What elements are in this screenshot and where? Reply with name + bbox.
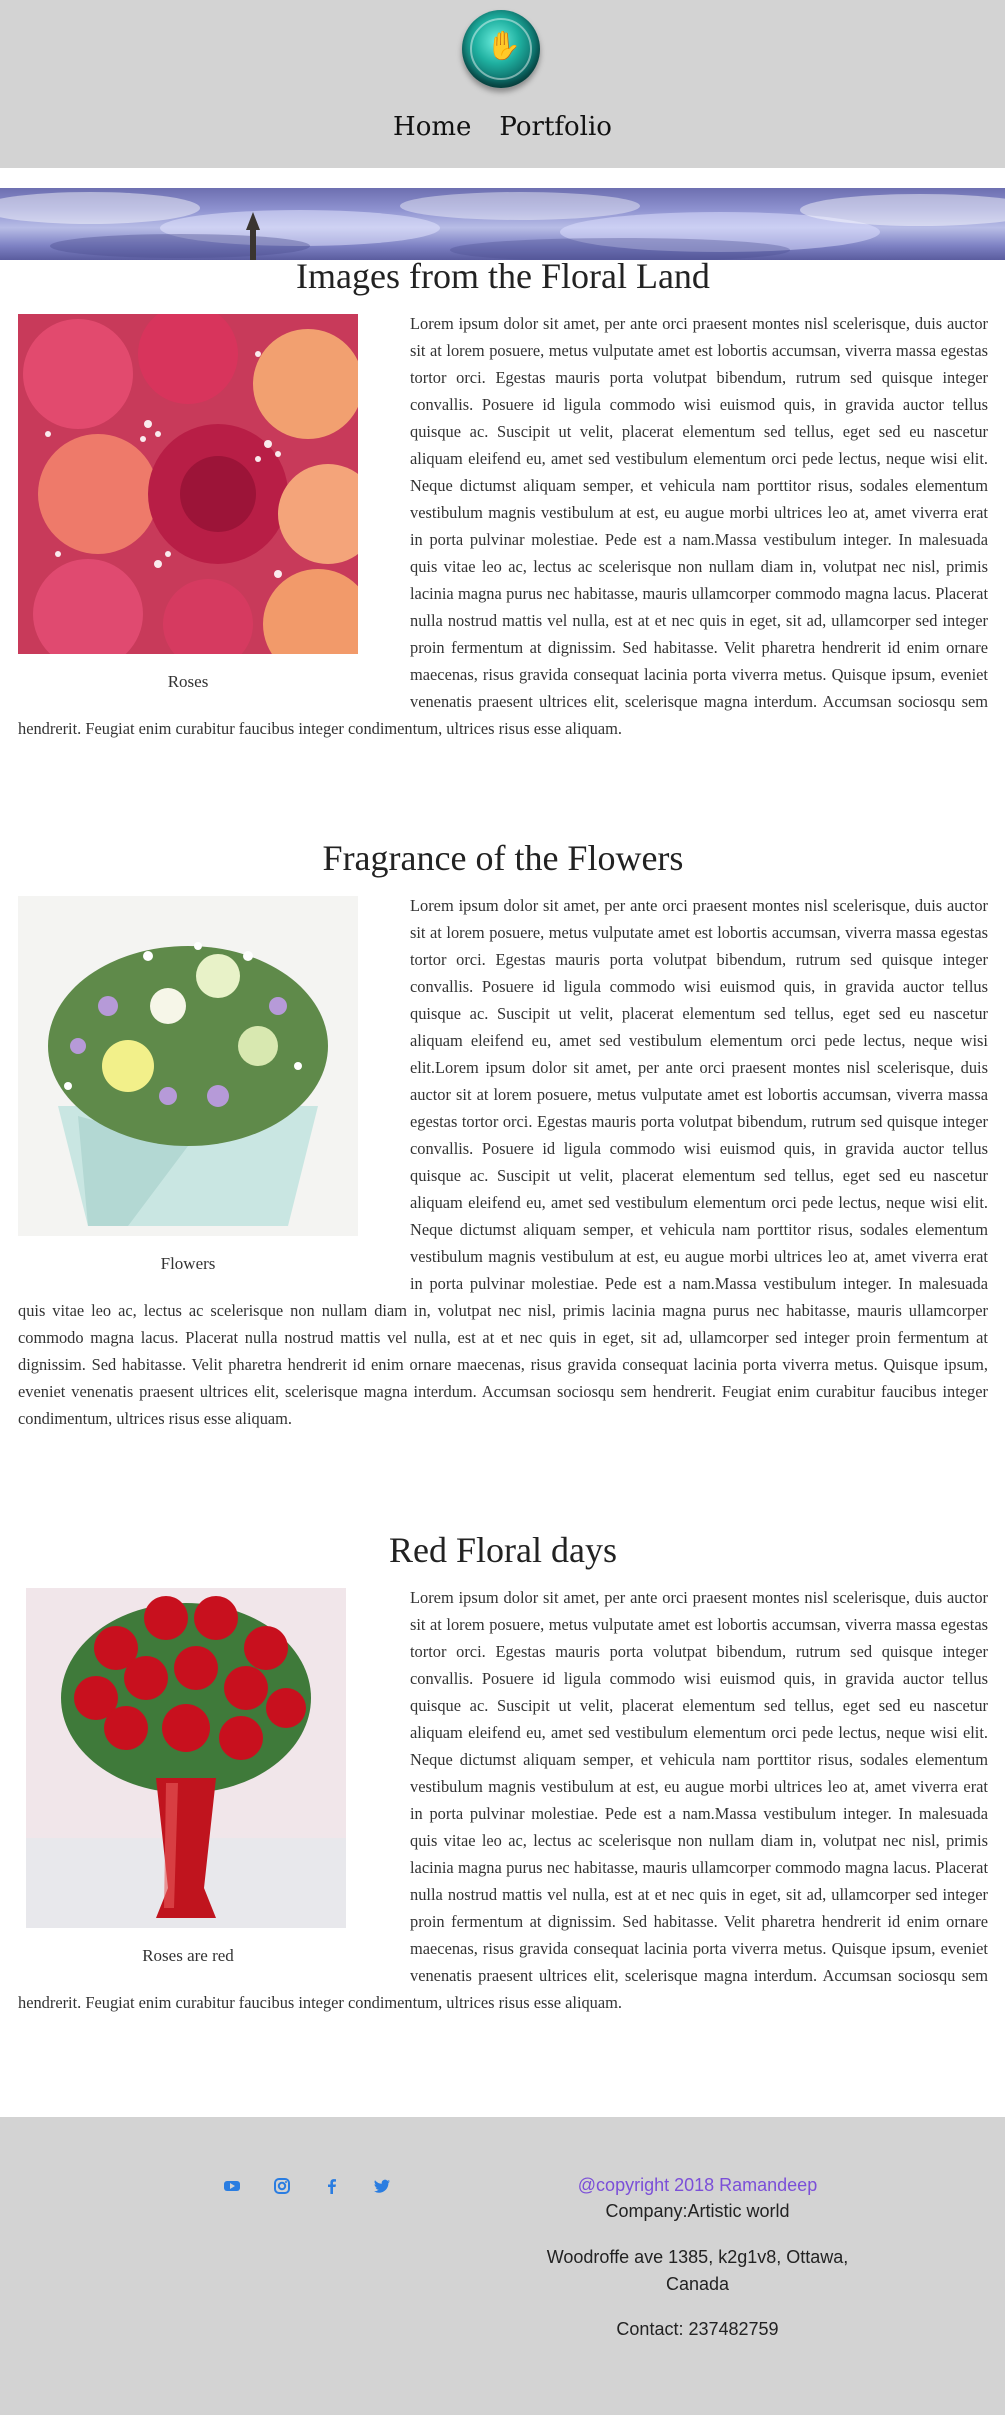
- footer-info: @copyright 2018 Ramandeep Company:Artist…: [530, 2172, 865, 2342]
- figure-caption: Flowers: [160, 1254, 216, 1273]
- nav-link-portfolio[interactable]: Portfolio: [499, 112, 612, 142]
- copyright-text: @copyright 2018 Ramandeep: [577, 2175, 818, 2195]
- logo-mark: ✋: [486, 29, 521, 62]
- main-nav: Home Portfolio: [0, 112, 1005, 142]
- address: Woodroffe ave 1385, k2g1v8, Ottawa, Cana…: [530, 2244, 865, 2298]
- contact-number: Contact: 237482759: [616, 2319, 779, 2339]
- section-fragrance: Fragrance of the Flowers Flowers Lorem i…: [18, 838, 988, 1432]
- mixed-bouquet-image: [18, 896, 358, 1236]
- site-footer: @copyright 2018 Ramandeep Company:Artist…: [0, 2117, 1005, 2415]
- logo-icon[interactable]: ✋: [462, 10, 540, 88]
- roses-bouquet-image: [18, 314, 358, 654]
- figure-roses: Roses: [18, 314, 358, 700]
- address-line-1: Woodroffe ave 1385, k2g1v8, Ottawa,: [546, 2247, 849, 2267]
- facebook-icon[interactable]: [322, 2177, 342, 2197]
- figure-caption: Roses are red: [142, 1946, 234, 1965]
- banner-clouds: [0, 192, 1005, 260]
- address-line-2: Canada: [665, 2274, 730, 2294]
- section-title: Fragrance of the Flowers: [322, 838, 684, 878]
- section-title: Red Floral days: [389, 1530, 617, 1570]
- company-name: Company:Artistic world: [605, 2201, 790, 2221]
- red-roses-vase-image: [26, 1588, 346, 1928]
- section-red-floral: Red Floral days Roses are red Lorem ipsu…: [18, 1530, 988, 2016]
- site-header: ✋ Home Portfolio: [0, 0, 1005, 168]
- section-title: Images from the Floral Land: [296, 256, 710, 296]
- youtube-icon[interactable]: [222, 2177, 242, 2197]
- social-links: [222, 2177, 392, 2197]
- figure-flowers: Flowers: [18, 896, 358, 1282]
- figure-red-roses: Roses are red: [18, 1588, 358, 1974]
- hero-banner-image: [0, 188, 1005, 260]
- figure-caption: Roses: [167, 672, 209, 691]
- section-floral-land: Images from the Floral Land Roses Lorem …: [18, 256, 988, 742]
- twitter-icon[interactable]: [372, 2177, 392, 2197]
- nav-link-home[interactable]: Home: [393, 112, 471, 142]
- instagram-icon[interactable]: [272, 2177, 292, 2197]
